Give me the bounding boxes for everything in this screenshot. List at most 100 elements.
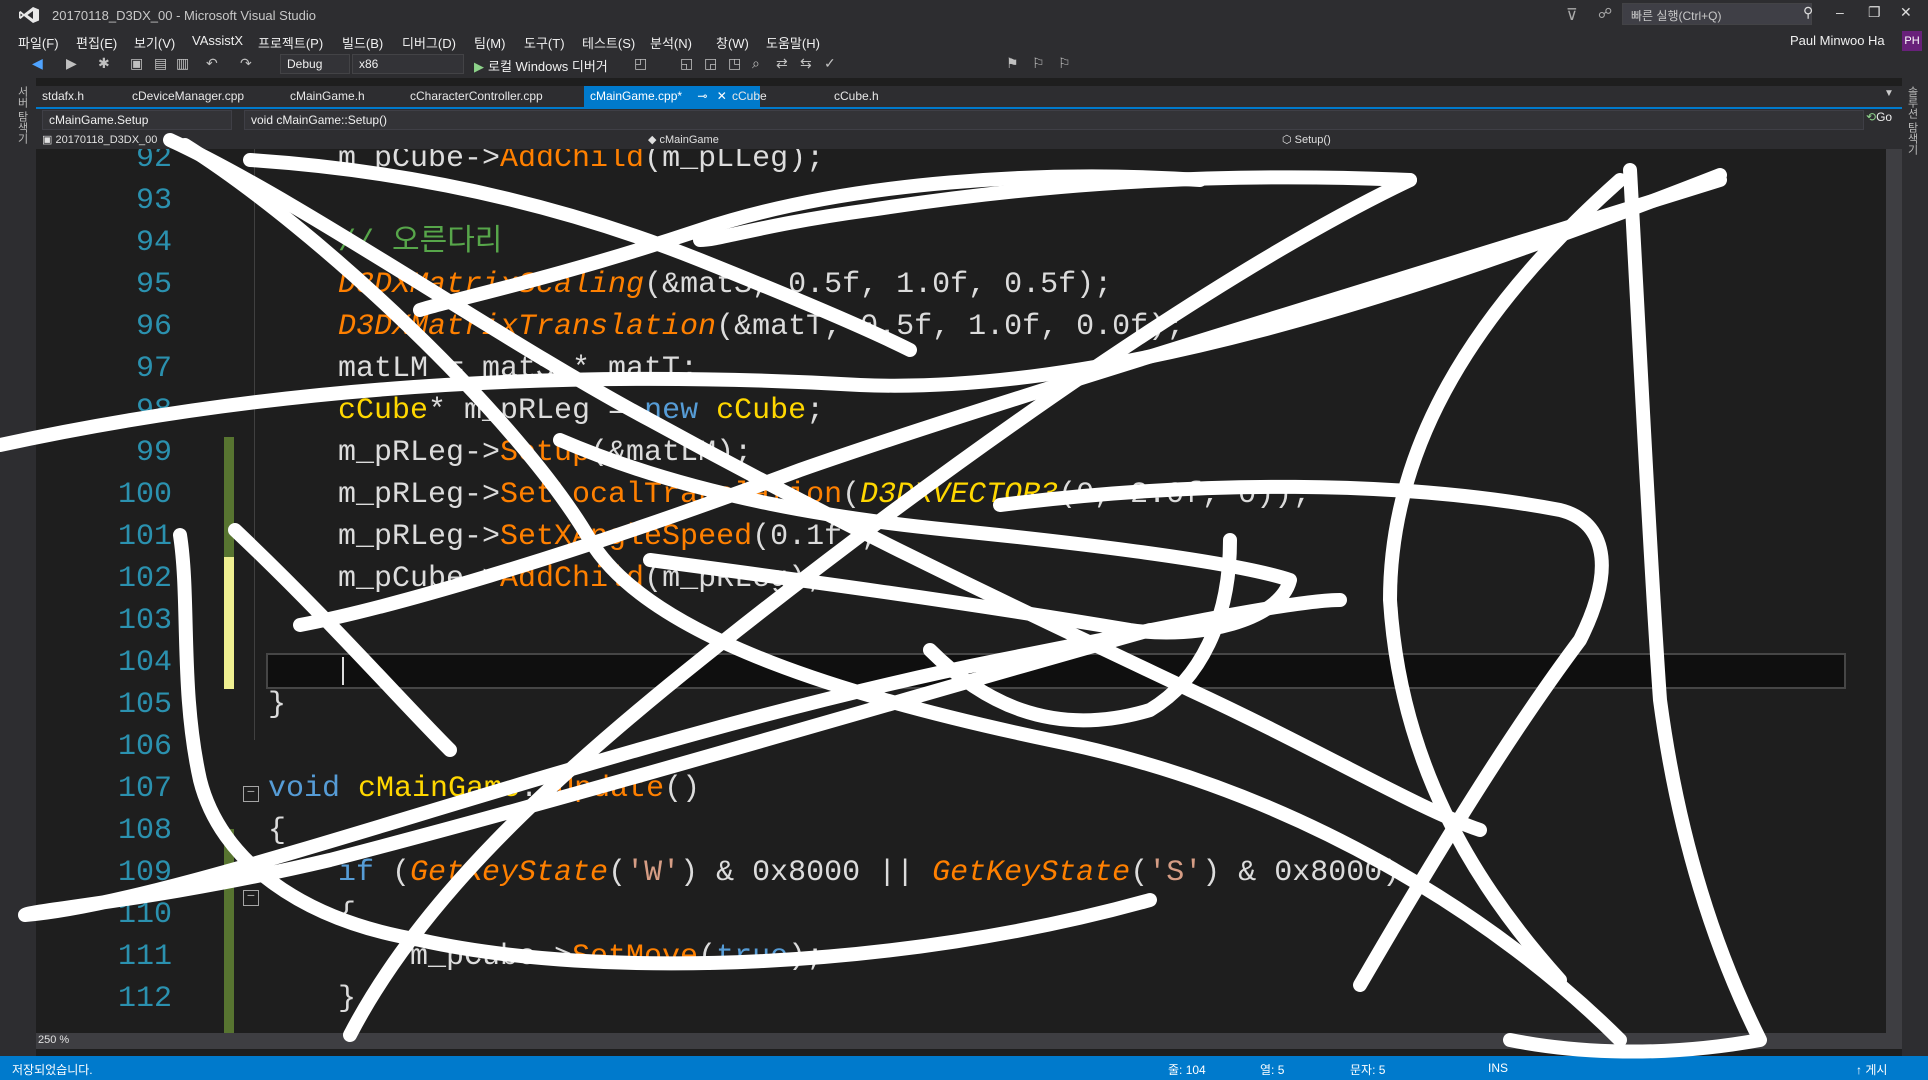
toolbar-icon-3[interactable]: ◲ — [704, 55, 717, 72]
code-text: m_pCube->AddChild(m_pLLeg); — [338, 149, 825, 176]
save-icon[interactable]: ▤ — [154, 55, 167, 72]
bookmark-icon[interactable]: ⚑ — [1006, 55, 1019, 72]
toolbar-icon-4[interactable]: ◳ — [728, 55, 741, 72]
vertical-scrollbar[interactable] — [1886, 149, 1902, 1033]
toolbar-icon-10[interactable]: ⚐ — [1058, 55, 1071, 72]
line-number: 94 — [135, 226, 172, 260]
menu-edit[interactable]: 편집(E) — [76, 33, 117, 52]
tab-ccube-h[interactable]: cCube.h — [834, 89, 879, 103]
menu-analyze[interactable]: 분석(N) — [650, 33, 692, 52]
tab-cmaingame-h[interactable]: cMainGame.h — [290, 89, 365, 103]
quick-launch-input[interactable]: 빠른 실행(Ctrl+Q) — [1622, 3, 1812, 25]
method-icon: ⬡ — [1282, 134, 1295, 146]
menu-team[interactable]: 팀(M) — [474, 33, 505, 52]
line-number: 98 — [135, 394, 172, 428]
code-line: 99 m_pRLeg->Setup(&matLM); — [36, 432, 1886, 474]
notification-filter-icon[interactable]: ⊽ — [1566, 5, 1578, 25]
new-project-icon[interactable]: ✱ — [98, 55, 110, 72]
feedback-icon[interactable]: ☍ — [1598, 5, 1612, 22]
pin-icon[interactable]: ⊸ — [697, 89, 707, 103]
status-message: 저장되었습니다. — [12, 1063, 93, 1077]
close-tab-icon[interactable]: ✕ — [717, 89, 727, 103]
menu-build[interactable]: 빌드(B) — [342, 33, 383, 52]
minimize-button[interactable]: – — [1836, 4, 1844, 20]
menu-project[interactable]: 프로젝트(P) — [258, 33, 323, 52]
code-line: 101 m_pRLeg->SetXAngleSpeed(0.1f); — [36, 516, 1886, 558]
solution-platform-select[interactable]: x86 — [352, 54, 464, 74]
go-label: Go — [1876, 110, 1893, 124]
line-number: 92 — [135, 149, 172, 176]
toolbar-icon-9[interactable]: ⚐ — [1032, 55, 1045, 72]
project-combo[interactable]: ▣ 20170118_D3DX_00 — [42, 133, 157, 146]
restore-button[interactable]: ❐ — [1868, 4, 1881, 21]
avatar[interactable]: PH — [1902, 31, 1922, 51]
quick-launch-placeholder: 빠른 실행(Ctrl+Q) — [1631, 9, 1722, 23]
class-icon: ◆ — [648, 134, 660, 146]
menu-test[interactable]: 테스트(S) — [582, 33, 635, 52]
toolbar-icon-7[interactable]: ⇆ — [800, 55, 812, 72]
save-all-icon[interactable]: ▥ — [176, 55, 189, 72]
visual-studio-logo-icon — [19, 7, 39, 23]
project-icon: ▣ — [42, 134, 56, 146]
code-text: matLM = matS * matT; — [338, 352, 699, 386]
menu-vassistx[interactable]: VAssistX — [192, 33, 243, 48]
menu-file[interactable]: 파일(F) — [18, 33, 59, 52]
line-number: 100 — [117, 478, 172, 512]
go-button[interactable]: ⟲Go — [1866, 110, 1892, 124]
toolbar-icon-8[interactable]: ✓ — [824, 55, 836, 72]
configuration-value: Debug — [287, 57, 323, 71]
toolbar-icon-6[interactable]: ⇄ — [776, 55, 788, 72]
forward-icon[interactable]: ▶ — [66, 55, 77, 72]
toolbar-icon-2[interactable]: ◱ — [680, 55, 693, 72]
solution-explorer-tab[interactable]: 솔루션 탐색기 — [1906, 86, 1920, 155]
toolbar-icon-1[interactable]: ◰ — [634, 55, 647, 72]
redo-icon[interactable]: ↷ — [240, 55, 252, 72]
search-icon[interactable]: ⚲ — [1803, 4, 1813, 21]
line-number: 97 — [135, 352, 172, 386]
user-name[interactable]: Paul Minwoo Ha — [1790, 33, 1885, 48]
document-tab-bar: stdafx.h cDeviceManager.cpp cMainGame.h … — [36, 86, 1902, 108]
publish-label: 게시 — [1865, 1063, 1888, 1077]
server-explorer-tab[interactable]: 서버 탐색기 — [16, 86, 30, 144]
undo-icon[interactable]: ↶ — [206, 55, 218, 72]
class-label: cMainGame — [659, 134, 719, 146]
horizontal-scrollbar[interactable] — [36, 1033, 1902, 1049]
scope-combo[interactable]: cMainGame.Setup — [42, 110, 232, 130]
status-line: 줄: 104 — [1168, 1063, 1206, 1077]
solution-configuration-select[interactable]: Debug — [280, 54, 350, 74]
code-line: 97 matLM = matS * matT; — [36, 348, 1886, 390]
publish-button[interactable]: ↑ 게시 — [1856, 1061, 1887, 1078]
code-line: 106 — [36, 726, 1886, 768]
menu-debug[interactable]: 디버그(D) — [402, 33, 456, 52]
member-combo[interactable]: ⬡ Setup() — [1282, 133, 1331, 146]
close-button[interactable]: ✕ — [1900, 4, 1912, 21]
zoom-level[interactable]: 250 % — [38, 1034, 69, 1046]
tab-stdafx-h[interactable]: stdafx.h — [42, 89, 84, 103]
toolbar-icon-5[interactable]: ⌕ — [752, 55, 760, 72]
code-line: 103 — [36, 600, 1886, 642]
line-number: 93 — [135, 184, 172, 218]
standard-toolbar: ◀ ▶ ✱ ▣ ▤ ▥ ↶ ↷ Debug x86 ▶ 로컬 Windows 디버… — [0, 52, 1928, 78]
menu-view[interactable]: 보기(V) — [134, 33, 175, 52]
publish-arrow-icon: ↑ — [1856, 1063, 1866, 1077]
function-combo[interactable]: void cMainGame::Setup() — [244, 110, 1864, 130]
code-text: } — [268, 688, 287, 722]
back-icon[interactable]: ◀ — [32, 55, 43, 72]
line-number: 105 — [117, 688, 172, 722]
open-file-icon[interactable]: ▣ — [130, 55, 143, 72]
menu-help[interactable]: 도움말(H) — [766, 33, 820, 52]
run-label: 로컬 Windows 디버거 — [488, 59, 608, 74]
status-char: 문자: 5 — [1350, 1063, 1386, 1077]
code-text: if (GetKeyState('W') & 0x8000 || GetKeyS… — [338, 856, 1401, 890]
start-debugging-button[interactable]: ▶ 로컬 Windows 디버거 — [474, 56, 608, 75]
tab-cdevicemanager-cpp[interactable]: cDeviceManager.cpp — [132, 89, 244, 103]
menu-tools[interactable]: 도구(T) — [524, 33, 565, 52]
tab-ccube[interactable]: cCube — [732, 89, 767, 103]
project-label: 20170118_D3DX_00 — [55, 134, 158, 146]
tab-overflow-icon[interactable]: ▼ — [1884, 88, 1894, 99]
class-combo[interactable]: ◆ cMainGame — [648, 133, 719, 146]
status-column: 열: 5 — [1260, 1063, 1285, 1077]
menu-window[interactable]: 창(W) — [716, 33, 749, 52]
tab-ccharactercontroller-cpp[interactable]: cCharacterController.cpp — [410, 89, 543, 103]
code-editor[interactable]: − − 92 m_pCube->AddChild(m_pLLeg); 93 94/… — [36, 149, 1886, 1033]
